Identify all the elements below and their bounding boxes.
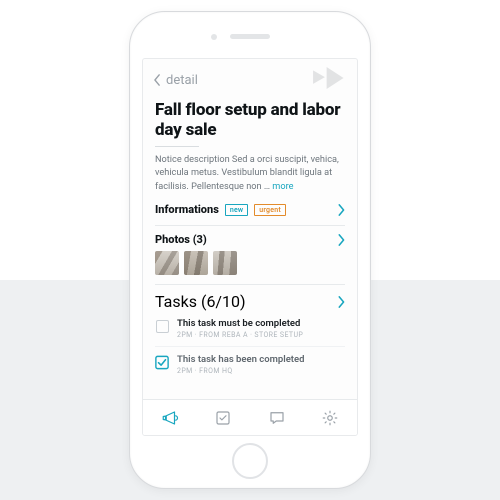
- task-title: This task has been completed: [177, 354, 345, 365]
- content-area: Fall floor setup and labor day sale Noti…: [143, 95, 357, 399]
- tab-bar: [143, 399, 357, 435]
- informations-row[interactable]: Informations new urgent: [155, 203, 345, 216]
- chevron-right-icon: [337, 234, 345, 246]
- task-item[interactable]: This task must be completed 2PM · FROM R…: [155, 311, 345, 347]
- megaphone-icon: [161, 409, 179, 427]
- photos-label: Photos (3): [155, 233, 207, 246]
- chevron-right-icon: [337, 204, 345, 216]
- checklist-icon: [214, 409, 232, 427]
- chevron-right-icon: [337, 296, 345, 308]
- tab-announcements[interactable]: [159, 407, 181, 429]
- photo-thumbnail[interactable]: [213, 251, 237, 275]
- tab-tasks[interactable]: [212, 407, 234, 429]
- back-label: detail: [166, 73, 198, 88]
- phone-camera: [211, 34, 217, 40]
- task-title: This task must be completed: [177, 318, 345, 329]
- tasks-section: Tasks (6/10) This task must be completed…: [155, 284, 345, 375]
- tasks-header[interactable]: Tasks (6/10): [155, 292, 345, 311]
- back-button[interactable]: detail: [153, 73, 198, 88]
- task-meta: 2PM · FROM REBA A · STORE SETUP: [177, 331, 345, 339]
- informations-label: Informations: [155, 203, 219, 216]
- tab-settings[interactable]: [319, 407, 341, 429]
- chat-icon: [268, 409, 286, 427]
- description-text: Notice description Sed a orci suscipit, …: [155, 154, 339, 192]
- task-meta: 2PM · FROM HQ: [177, 367, 345, 375]
- page-title: Fall floor setup and labor day sale: [155, 101, 345, 140]
- more-link[interactable]: more: [272, 181, 293, 192]
- tasks-label: Tasks (6/10): [155, 292, 246, 311]
- page-description: Notice description Sed a orci suscipit, …: [155, 153, 345, 193]
- photo-thumbnail[interactable]: [155, 251, 179, 275]
- badge-new: new: [225, 204, 248, 216]
- task-item[interactable]: This task has been completed 2PM · FROM …: [155, 347, 345, 375]
- photo-thumbnails: [155, 251, 345, 275]
- phone-frame: detail Fall floor setup and labor day sa…: [129, 11, 371, 489]
- badge-urgent: urgent: [254, 204, 286, 216]
- photos-row[interactable]: Photos (3): [155, 225, 345, 275]
- home-button[interactable]: [232, 443, 268, 479]
- title-underline: [155, 146, 199, 147]
- app-screen: detail Fall floor setup and labor day sa…: [142, 58, 358, 436]
- phone-speaker: [230, 34, 270, 39]
- checkbox-checked-icon[interactable]: [155, 355, 169, 369]
- navbar: detail: [143, 59, 357, 95]
- checkbox-unchecked-icon[interactable]: [155, 319, 169, 333]
- photo-thumbnail[interactable]: [184, 251, 208, 275]
- chevron-left-icon: [153, 74, 162, 86]
- brand-logo: [313, 67, 347, 93]
- gear-icon: [321, 409, 339, 427]
- tab-chat[interactable]: [266, 407, 288, 429]
